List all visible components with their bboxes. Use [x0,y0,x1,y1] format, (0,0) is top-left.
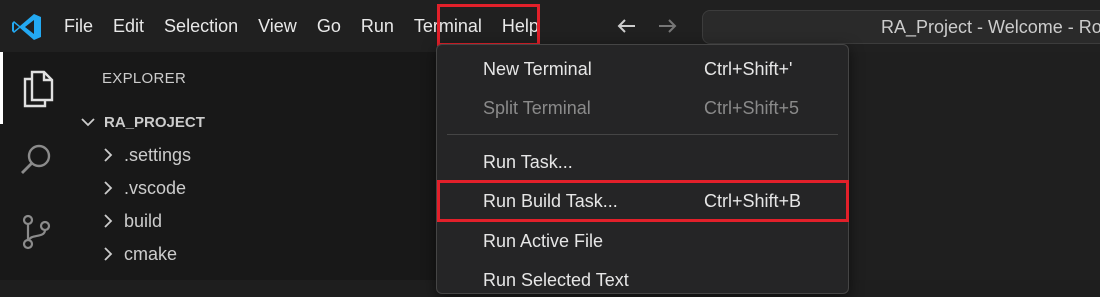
menu-item-label: New Terminal [483,59,592,79]
search-icon [21,144,51,174]
tree-item-settings[interactable]: .settings [100,139,191,171]
tree-item-vscode[interactable]: .vscode [100,172,186,204]
menu-item-shortcut: Ctrl+Shift+5 [704,98,800,118]
tree-item-build[interactable]: build [100,205,162,237]
vscode-logo-icon [12,14,41,40]
terminal-menu-dropdown: New Terminal Ctrl+Shift+' Split Terminal… [436,44,849,294]
menu-item-shortcut: Ctrl+Shift+' [704,59,793,79]
menu-selection[interactable]: Selection [154,0,248,52]
search-text: RA_Project - Welcome - Rochester Astro [881,16,1100,37]
tree-item-label: .vscode [124,177,187,198]
menu-item-split-terminal[interactable]: Split Terminal Ctrl+Shift+5 [437,92,848,125]
menu-run[interactable]: Run [351,0,404,52]
chevron-right-icon [104,148,113,162]
chevron-right-icon [104,247,113,261]
menu-item-run-selected-text[interactable]: Run Selected Text [437,264,848,297]
forward-arrow-icon[interactable] [654,13,680,39]
activity-source-control[interactable] [0,196,72,268]
menu-edit[interactable]: Edit [103,0,154,52]
menu-item-new-terminal[interactable]: New Terminal Ctrl+Shift+' [437,53,848,86]
menu-item-label: Run Selected Text [483,270,629,290]
activity-bar [0,52,72,280]
tree-item-cmake[interactable]: cmake [100,238,177,270]
menu-item-label: Run Active File [483,231,604,251]
menu-item-label: Run Task... [483,152,573,172]
tree-root-label: RA_PROJECT [104,113,205,131]
chevron-right-icon [104,214,113,228]
menu-view[interactable]: View [248,0,307,52]
tree-item-label: build [124,210,163,231]
menu-item-run-build-task[interactable]: Run Build Task... Ctrl+Shift+B [437,185,848,218]
chevron-right-icon [104,181,113,195]
explorer-sidebar: EXPLORER RA_PROJECT .settings .vscode bu… [72,52,436,280]
activity-search[interactable] [0,124,72,196]
menu-item-label: Split Terminal [483,98,591,118]
menu-item-run-active-file[interactable]: Run Active File [437,225,848,258]
command-center-search[interactable]: RA_Project - Welcome - Rochester Astro [702,10,1100,44]
back-arrow-icon[interactable] [614,13,640,39]
menu-separator [447,134,838,135]
chevron-down-icon [81,118,95,127]
tree-item-label: cmake [124,243,178,264]
tree-item-label: .settings [124,144,192,165]
menu-item-label: Run Build Task... [483,191,618,211]
menu-item-shortcut: Ctrl+Shift+B [704,191,802,211]
activity-explorer[interactable] [0,52,72,124]
menu-go[interactable]: Go [307,0,351,52]
menu-file[interactable]: File [54,0,103,52]
menu-item-run-task[interactable]: Run Task... [437,146,848,179]
files-icon [23,70,53,108]
source-control-icon [22,214,51,250]
sidebar-title: EXPLORER [102,70,187,87]
tree-root-folder[interactable]: RA_PROJECT [80,106,205,138]
